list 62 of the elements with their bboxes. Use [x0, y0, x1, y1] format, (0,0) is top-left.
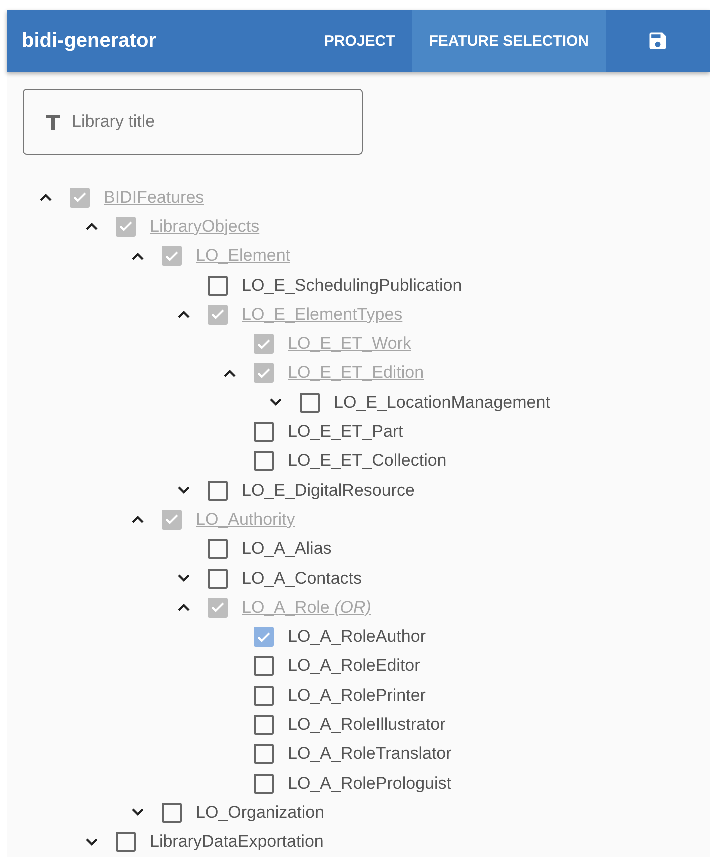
check-icon	[165, 250, 179, 262]
feature-label: LibraryObjects	[150, 216, 260, 237]
feature-label: LO_E_ET_Work	[288, 334, 412, 354]
feature-label: LO_Authority	[196, 510, 296, 530]
check-icon	[211, 309, 225, 320]
check-icon	[257, 338, 271, 350]
feature-label: LO_A_RoleIllustrator	[288, 714, 446, 735]
feature-label: LO_E_ET_Part	[288, 422, 404, 442]
feature-label: LO_A_RoleEditor	[288, 656, 420, 676]
checkbox[interactable]	[254, 744, 274, 764]
feature-label: LO_E_DigitalResource	[242, 480, 415, 501]
feature-label: LO_E_LocationManagement	[334, 392, 550, 413]
save-icon	[647, 30, 669, 52]
checkbox[interactable]	[208, 276, 228, 296]
checkbox[interactable]	[254, 627, 274, 648]
check-icon	[211, 602, 225, 614]
feature-label: BIDIFeatures	[104, 188, 204, 208]
checkbox[interactable]	[254, 363, 274, 384]
checkbox[interactable]	[162, 802, 182, 823]
feature-label: LO_A_RoleProloguist	[288, 774, 452, 794]
feature-label: LO_E_ET_Collection	[288, 451, 447, 472]
checkbox[interactable]	[208, 568, 228, 588]
checkbox[interactable]	[254, 774, 274, 794]
library-title-input[interactable]: Library title	[70, 111, 334, 133]
check-icon	[119, 221, 133, 232]
checkbox[interactable]	[162, 510, 182, 530]
checkbox[interactable]	[300, 392, 320, 413]
checkbox[interactable]	[208, 598, 228, 618]
check-icon	[257, 632, 271, 643]
checkbox[interactable]	[208, 480, 228, 501]
app-title: bidi-generator	[21, 30, 158, 52]
text-format-icon	[44, 113, 62, 131]
feature-label: LO_Element	[196, 246, 290, 266]
checkbox[interactable]	[254, 334, 274, 354]
feature-label: LO_E_SchedulingPublication	[242, 276, 462, 296]
check-icon	[257, 368, 271, 379]
nav-tab[interactable]: PROJECT	[307, 10, 412, 72]
check-icon	[73, 192, 87, 204]
checkbox[interactable]	[116, 832, 136, 852]
checkbox[interactable]	[208, 304, 228, 325]
feature-label: LO_A_Alias	[242, 539, 332, 560]
nav-tab[interactable]: FEATURE SELECTION	[412, 10, 606, 72]
checkbox[interactable]	[116, 216, 136, 237]
check-icon	[165, 514, 179, 526]
feature-label: LibraryDataExportation	[150, 832, 324, 852]
feature-label: LO_A_RoleTranslator	[288, 744, 452, 764]
checkbox[interactable]	[254, 686, 274, 706]
feature-label: LO_A_Contacts	[242, 568, 362, 588]
feature-label: LO_A_Role (OR)	[242, 598, 372, 618]
checkbox[interactable]	[208, 539, 228, 560]
feature-label: LO_E_ElementTypes	[242, 304, 403, 325]
checkbox[interactable]	[254, 451, 274, 472]
feature-label: LO_A_RoleAuthor	[288, 627, 426, 648]
feature-label: LO_A_RolePrinter	[288, 686, 426, 706]
feature-label: LO_E_ET_Edition	[288, 363, 424, 384]
checkbox[interactable]	[254, 656, 274, 676]
checkbox[interactable]	[254, 422, 274, 442]
feature-label: LO_Organization	[196, 802, 325, 823]
checkbox[interactable]	[162, 246, 182, 266]
checkbox[interactable]	[254, 714, 274, 735]
checkbox[interactable]	[70, 188, 90, 208]
library-title-field[interactable]: Library title	[23, 89, 363, 155]
